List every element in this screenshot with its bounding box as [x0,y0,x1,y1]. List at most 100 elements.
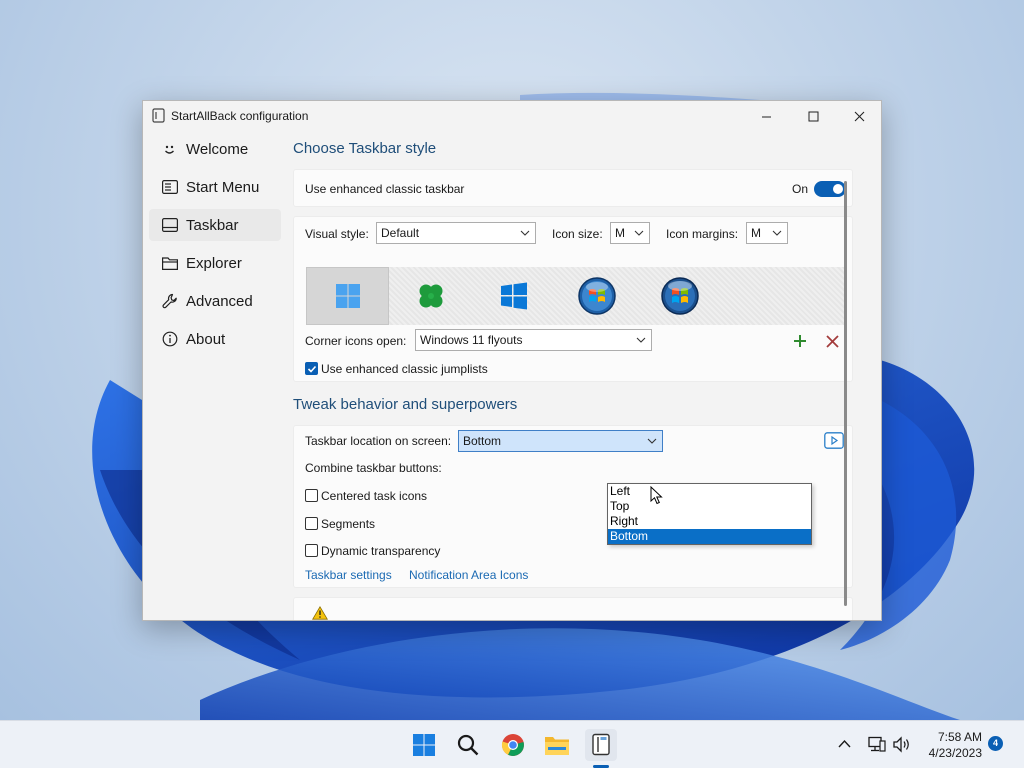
style-option-windows-10[interactable] [472,267,555,325]
startallback-icon [592,733,610,756]
clock-date[interactable]: 4/23/2023 [920,746,982,760]
dynamic-transparency-checkbox[interactable] [305,544,318,557]
windows-10-icon [500,282,527,310]
chevron-up-icon[interactable] [838,739,851,749]
notification-count-badge[interactable]: 4 [988,736,1003,751]
enhanced-taskbar-label: Use enhanced classic taskbar [305,182,465,196]
windows-vista-orb-icon [660,277,699,315]
visual-style-select[interactable]: Default [376,222,536,244]
mouse-cursor-icon [650,486,663,505]
chevron-down-icon [647,438,657,444]
icon-margins-select[interactable]: M [746,222,788,244]
corner-icons-label: Corner icons open: [305,334,407,348]
chevron-down-icon [772,230,782,236]
restart-warning-card [293,597,853,620]
close-button[interactable] [836,101,881,131]
dropdown-option-bottom[interactable]: Bottom [608,529,811,544]
icon-size-value: M [615,226,625,240]
visual-style-card: Visual style: Default Icon size: M Icon … [293,216,853,382]
folder-icon [161,255,178,272]
start-menu-icon [161,179,178,196]
sidebar-item-welcome[interactable]: Welcome [149,133,281,165]
toggle-state-label: On [792,182,809,196]
windows-taskbar: 7:58 AM 4/23/2023 [0,720,1024,768]
segments-checkbox[interactable] [305,517,318,530]
add-icon[interactable] [793,334,807,348]
file-explorer-icon [545,737,569,755]
dropdown-option-left[interactable]: Left [608,484,811,499]
clock-time[interactable]: 7:58 AM [920,730,982,744]
chrome-taskbar-button[interactable] [497,729,529,761]
corner-icons-value: Windows 11 flyouts [420,333,523,347]
style-option-windows-7[interactable] [555,267,638,325]
notification-area-icons-link[interactable]: Notification Area Icons [409,568,528,582]
segments-label: Segments [321,517,376,531]
chrome-icon [501,734,524,756]
centered-icons-checkbox[interactable] [305,489,318,502]
visual-style-label: Visual style: [305,227,369,241]
dynamic-transparency-label: Dynamic transparency [321,544,441,558]
sidebar-item-advanced[interactable]: Advanced [149,285,281,317]
sidebar-item-about[interactable]: About [149,323,281,355]
icon-size-label: Icon size: [552,227,603,241]
sidebar-item-label: Welcome [186,140,249,158]
windows-start-icon [413,734,435,756]
taskbar-settings-link[interactable]: Taskbar settings [305,568,392,582]
style-option-windows-vista[interactable] [638,267,721,325]
taskbar-style-picker [306,267,846,325]
checkmark-icon [307,365,317,373]
title-bar[interactable]: StartAllBack configuration [143,101,881,131]
jumplists-label: Use enhanced classic jumplists [321,362,488,376]
sidebar-item-explorer[interactable]: Explorer [149,247,281,279]
close-icon [854,111,864,121]
info-icon [161,331,178,348]
startallback-taskbar-button[interactable] [585,729,617,761]
icon-margins-value: M [751,226,761,240]
sidebar-item-start-menu[interactable]: Start Menu [149,171,281,203]
visual-style-value: Default [381,226,420,240]
icon-margins-label: Icon margins: [666,227,739,241]
enhanced-taskbar-toggle[interactable] [814,181,846,197]
maximize-button[interactable] [790,101,836,131]
play-video-icon[interactable] [824,432,844,449]
start-button[interactable] [408,729,440,761]
warning-icon [312,606,328,620]
chevron-down-icon [636,337,646,343]
combine-buttons-label: Combine taskbar buttons: [305,461,442,475]
style-option-clover[interactable] [389,267,472,325]
remove-icon[interactable] [826,335,839,348]
file-explorer-taskbar-button[interactable] [541,729,573,761]
dropdown-option-top[interactable]: Top [608,499,811,514]
search-button[interactable] [452,729,484,761]
taskbar-icon [161,217,178,234]
minimize-button[interactable] [743,101,789,131]
corner-icons-select[interactable]: Windows 11 flyouts [415,329,652,351]
minimize-icon [761,116,771,117]
maximize-icon [808,111,818,121]
chevron-down-icon [520,230,530,236]
sidebar-item-label: Advanced [186,292,253,310]
search-icon [457,734,479,756]
choose-style-heading: Choose Taskbar style [293,140,437,157]
style-option-windows-11[interactable] [306,267,389,325]
centered-icons-label: Centered task icons [321,489,428,503]
network-icon[interactable] [868,736,886,753]
sidebar-nav: Welcome Start Menu Taskbar Explorer Adva… [149,133,281,361]
icon-size-select[interactable]: M [610,222,650,244]
jumplists-checkbox[interactable] [305,362,318,375]
taskbar-location-value: Bottom [463,434,502,448]
tweak-behavior-heading: Tweak behavior and superpowers [293,396,518,413]
sidebar-item-taskbar[interactable]: Taskbar [149,209,281,241]
dropdown-option-right[interactable]: Right [608,514,811,529]
sidebar-item-label: Explorer [186,254,242,272]
chevron-down-icon [634,230,644,236]
sidebar-item-label: Start Menu [186,178,260,196]
taskbar-location-select[interactable]: Bottom [458,430,663,452]
sidebar-item-label: About [186,330,226,348]
clover-icon [419,284,442,308]
volume-icon[interactable] [892,736,912,753]
content-scrollbar[interactable] [844,181,847,606]
enhanced-taskbar-card: Use enhanced classic taskbar On [293,169,853,207]
sidebar-item-label: Taskbar [186,216,239,234]
taskbar-location-dropdown: Left Top Right Bottom [607,483,812,545]
